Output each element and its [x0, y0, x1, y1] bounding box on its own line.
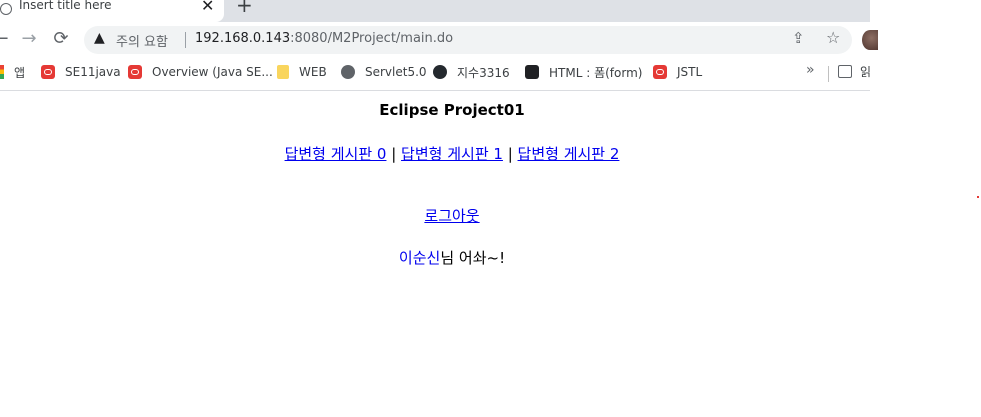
apps-icon — [0, 65, 4, 79]
globe-icon — [0, 3, 12, 15]
welcome-message: 이순신님 어솨~! — [0, 247, 904, 268]
bookmark-github[interactable]: 지수3316 — [433, 63, 510, 81]
reload-button[interactable]: ⟳ — [50, 28, 72, 50]
divider — [185, 32, 186, 48]
bookmark-label: Overview (Java SE... — [152, 65, 273, 79]
bookmark-label: Servlet5.0 — [365, 65, 427, 79]
star-icon[interactable]: ☆ — [826, 28, 840, 47]
share-icon[interactable]: ⇪ — [792, 29, 805, 47]
bookmark-label: SE11java — [65, 65, 121, 79]
address-bar[interactable]: ▲ 주의 요함 192.168.0.143:8080/M2Project/mai… — [84, 26, 852, 54]
user-name: 이순신 — [398, 249, 441, 267]
tab-title: Insert title here — [19, 0, 112, 12]
url-host: 192.168.0.143 — [195, 31, 291, 46]
bookmark-label: JSTL — [677, 65, 703, 79]
bookmark-se11java[interactable]: SE11java — [41, 63, 121, 81]
oracle-icon — [653, 65, 667, 79]
globe-icon — [341, 65, 355, 79]
browser-chrome: Insert title here ✕ + ← → ⟳ ▲ 주의 요함 192.… — [0, 0, 878, 91]
security-status[interactable]: 주의 요함 — [116, 31, 168, 50]
bookmark-label: WEB — [299, 65, 327, 79]
red-dot — [977, 196, 979, 198]
bookmark-apps[interactable]: 앱 — [0, 63, 25, 81]
url-text[interactable]: 192.168.0.143:8080/M2Project/main.do — [195, 31, 453, 46]
divider — [828, 66, 829, 82]
new-tab-button[interactable]: + — [236, 0, 253, 17]
bookmark-label: HTML : 폼(form) — [549, 65, 643, 80]
reading-list-icon[interactable] — [838, 65, 852, 78]
bookmark-web-folder[interactable]: WEB — [277, 63, 327, 81]
logout-link[interactable]: 로그아웃 — [424, 207, 479, 225]
welcome-suffix: 님 어솨~! — [440, 249, 506, 267]
board-link-1[interactable]: 답변형 게시판 1 — [401, 145, 503, 163]
doc-icon — [525, 65, 539, 79]
bookmark-overview-java[interactable]: Overview (Java SE... — [128, 63, 273, 81]
warning-icon[interactable]: ▲ — [94, 30, 105, 46]
bookmark-jstl[interactable]: JSTL — [653, 63, 702, 81]
link-separator: | — [386, 145, 402, 163]
page-title: Eclipse Project01 — [379, 101, 525, 119]
bookmark-label: 앱 — [14, 65, 26, 80]
link-separator: | — [502, 145, 518, 163]
reading-list-label[interactable]: 읽 — [860, 63, 871, 80]
bookmark-label: 지수3316 — [457, 65, 510, 80]
folder-icon — [277, 65, 289, 79]
tab-strip: Insert title here ✕ + — [0, 0, 870, 22]
browser-toolbar: ← → ⟳ ▲ 주의 요함 192.168.0.143:8080/M2Proje… — [0, 22, 878, 58]
bookmark-servlet[interactable]: Servlet5.0 — [341, 63, 427, 81]
browser-tab[interactable]: Insert title here ✕ — [0, 0, 224, 22]
more-bookmarks-button[interactable]: » — [806, 62, 815, 78]
avatar[interactable] — [862, 30, 878, 50]
url-path: :8080/M2Project/main.do — [290, 31, 454, 46]
github-icon — [433, 65, 447, 79]
close-icon[interactable]: ✕ — [201, 0, 214, 15]
board-links: 답변형 게시판 0 | 답변형 게시판 1 | 답변형 게시판 2 — [0, 143, 904, 164]
oracle-icon — [41, 65, 55, 79]
bookmark-html-form[interactable]: HTML : 폼(form) — [525, 63, 642, 81]
logout-row: 로그아웃 — [0, 205, 904, 226]
back-button[interactable]: ← — [0, 28, 12, 50]
bookmarks-bar: 앱 SE11java Overview (Java SE... WEB Serv… — [0, 58, 871, 86]
board-link-0[interactable]: 답변형 게시판 0 — [285, 145, 387, 163]
forward-button[interactable]: → — [18, 28, 40, 50]
oracle-icon — [128, 65, 142, 79]
divider — [0, 90, 870, 91]
board-link-2[interactable]: 답변형 게시판 2 — [518, 145, 620, 163]
